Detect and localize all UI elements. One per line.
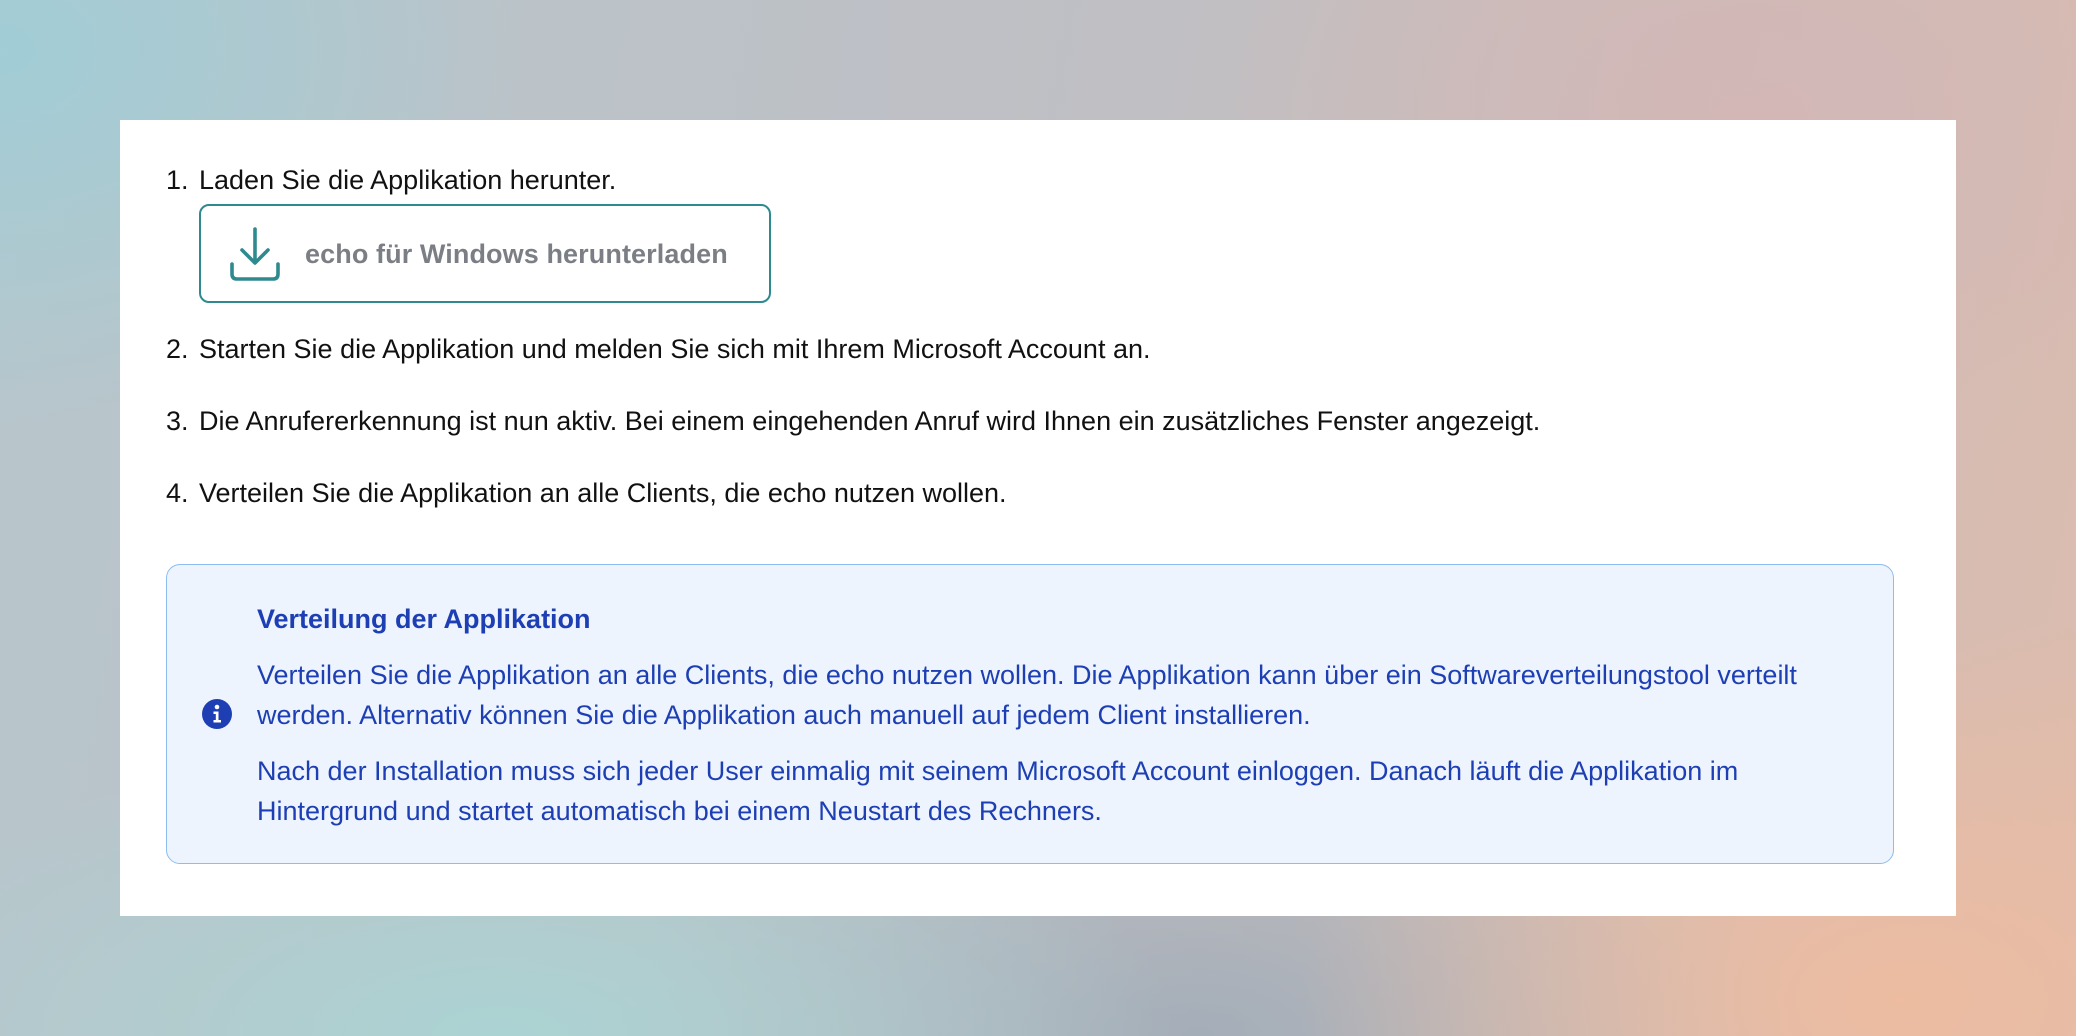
- info-title: Verteilung der Applikation: [257, 604, 591, 634]
- info-paragraph-2: Nach der Installation muss sich jeder Us…: [257, 756, 1739, 826]
- download-windows-button[interactable]: echo für Windows herunterladen: [199, 204, 771, 303]
- info-paragraph-1: Verteilen Sie die Applikation an alle Cl…: [257, 660, 1797, 730]
- download-icon: [230, 226, 280, 281]
- step-3-text: Die Anrufererkennung ist nun aktiv. Bei …: [199, 406, 1541, 436]
- info-callout: Verteilung der Applikation Verteilen Sie…: [166, 564, 1894, 864]
- step-4-text: Verteilen Sie die Applikation an alle Cl…: [199, 478, 1007, 508]
- info-icon: [202, 699, 232, 729]
- step-2: 2. Starten Sie die Applikation und melde…: [166, 329, 1906, 369]
- step-4: 4. Verteilen Sie die Applikation an alle…: [166, 473, 1906, 513]
- step-2-number: 2.: [166, 334, 189, 364]
- download-button-label: echo für Windows herunterladen: [305, 238, 728, 269]
- step-1: 1. Laden Sie die Applikation herunter. e…: [166, 160, 1906, 303]
- steps-list: 1. Laden Sie die Applikation herunter. e…: [166, 160, 1906, 513]
- step-1-number: 1.: [166, 165, 189, 195]
- step-3: 3. Die Anrufererkennung ist nun aktiv. B…: [166, 401, 1906, 441]
- step-4-number: 4.: [166, 478, 189, 508]
- step-2-text: Starten Sie die Applikation und melden S…: [199, 334, 1151, 364]
- step-3-number: 3.: [166, 406, 189, 436]
- step-1-text: Laden Sie die Applikation herunter.: [199, 165, 617, 195]
- instructions-card: 1. Laden Sie die Applikation herunter. e…: [120, 120, 1956, 916]
